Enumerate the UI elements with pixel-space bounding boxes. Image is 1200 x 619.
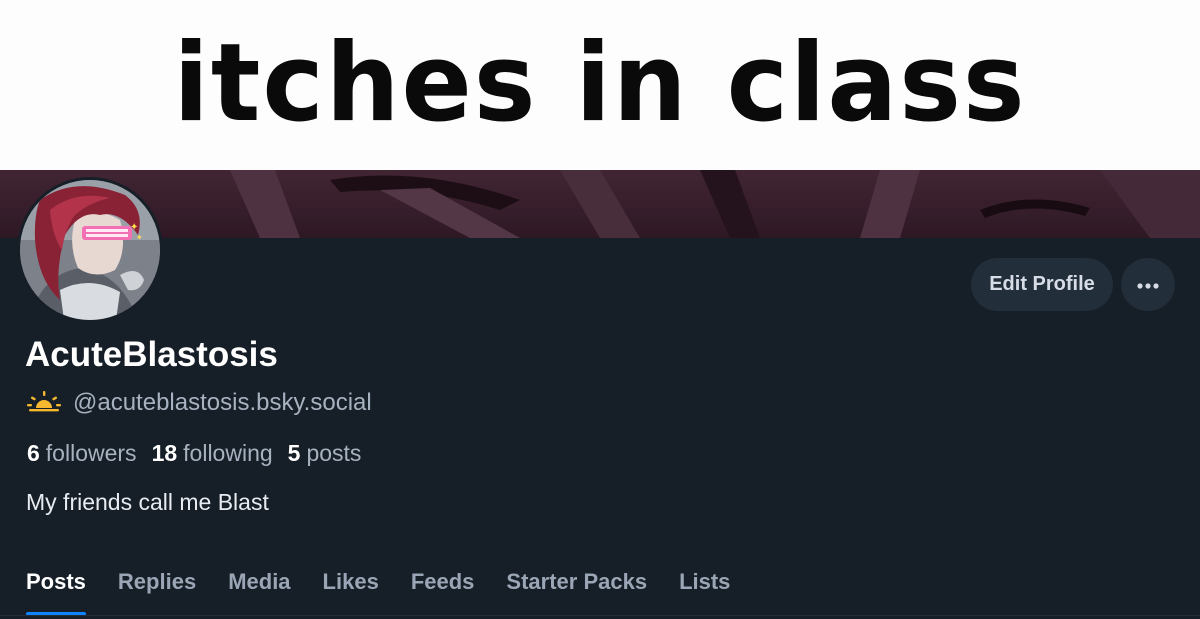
- profile-avatar[interactable]: ✦ ✦: [17, 177, 163, 323]
- followers-label: followers: [45, 439, 137, 466]
- posts-count: 5: [287, 439, 301, 466]
- followers-stat[interactable]: 6 followers: [27, 440, 137, 467]
- avatar-artwork: ✦ ✦: [20, 180, 160, 320]
- following-stat[interactable]: 18 following: [152, 440, 273, 467]
- posts-stat: 5 posts: [288, 440, 362, 467]
- following-count: 18: [151, 439, 178, 466]
- banner-meme-caption-area: itches in class: [0, 0, 1200, 170]
- svg-text:✦: ✦: [130, 222, 138, 233]
- banner-caption-text: itches in class: [173, 21, 1027, 146]
- posts-label: posts: [306, 439, 362, 466]
- tab-media[interactable]: Media: [228, 564, 290, 600]
- tab-posts-label: Posts: [26, 569, 86, 594]
- profile-page: itches in class ✦ ✦ Edit Profile AcuteBl…: [0, 0, 1200, 619]
- banner-photo-artwork: [0, 170, 1200, 238]
- profile-stats: 6 followers 18 following 5 posts: [27, 438, 376, 468]
- profile-bio: My friends call me Blast: [26, 489, 269, 515]
- banner-photo-strip: [0, 170, 1200, 238]
- ellipsis-icon: [1137, 277, 1159, 292]
- profile-tabs: Posts Replies Media Likes Feeds Starter …: [26, 562, 762, 616]
- profile-handle: @acuteblastosis.bsky.social: [73, 389, 372, 416]
- tab-lists[interactable]: Lists: [679, 564, 730, 600]
- profile-banner[interactable]: itches in class: [0, 0, 1200, 238]
- tab-likes-label: Likes: [322, 569, 379, 594]
- tab-replies[interactable]: Replies: [118, 564, 196, 600]
- tab-starter-packs-label: Starter Packs: [506, 569, 648, 594]
- sun-horizon-emoji-icon: [27, 390, 61, 417]
- more-options-button[interactable]: [1121, 258, 1175, 311]
- profile-display-name: AcuteBlastosis: [25, 335, 278, 374]
- svg-text:✦: ✦: [136, 233, 143, 242]
- following-label: following: [183, 439, 273, 466]
- followers-count: 6: [27, 439, 40, 466]
- tabs-divider: [0, 615, 1200, 616]
- tab-media-label: Media: [228, 569, 291, 594]
- tab-feeds[interactable]: Feeds: [411, 564, 475, 600]
- tab-lists-label: Lists: [679, 569, 731, 594]
- edit-profile-button[interactable]: Edit Profile: [971, 258, 1113, 311]
- tab-posts[interactable]: Posts: [26, 564, 86, 616]
- tab-replies-label: Replies: [117, 569, 197, 594]
- tab-feeds-label: Feeds: [410, 569, 475, 594]
- tab-starter-packs[interactable]: Starter Packs: [506, 564, 647, 600]
- tab-likes[interactable]: Likes: [323, 564, 379, 600]
- profile-handle-row: @acuteblastosis.bsky.social: [27, 388, 372, 418]
